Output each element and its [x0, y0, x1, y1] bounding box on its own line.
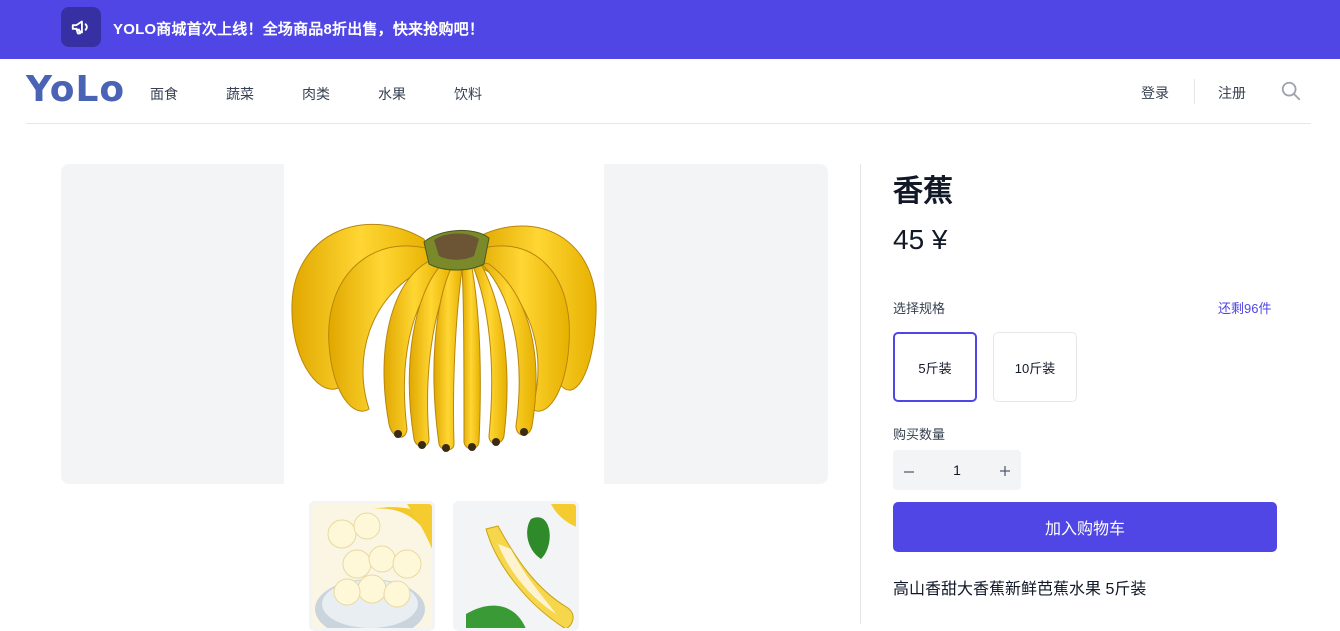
quantity-value[interactable]: 1: [925, 450, 989, 490]
quantity-stepper: 1: [893, 450, 1021, 490]
nav-item-drinks[interactable]: 饮料: [454, 84, 482, 104]
quantity-increment-button[interactable]: [989, 450, 1021, 490]
search-icon[interactable]: [1280, 80, 1302, 102]
product-image-frame: [284, 164, 604, 484]
nav-divider-line: [26, 123, 1311, 124]
product-title: 香蕉: [893, 175, 953, 208]
banana-bunch-image: [291, 223, 597, 452]
quantity-decrement-button[interactable]: [893, 450, 925, 490]
banner-text: YOLO商城首次上线！全场商品8折出售，快来抢购吧！: [113, 21, 485, 38]
thumbnail-peeled-banana[interactable]: [453, 501, 579, 631]
spec-option-10jin[interactable]: 10斤装: [993, 332, 1077, 402]
stock-remaining: 还剩96件: [1218, 301, 1272, 316]
plus-icon: [1000, 466, 1010, 476]
product-price: 45 ¥: [893, 224, 948, 255]
add-to-cart-button[interactable]: 加入购物车: [893, 502, 1277, 552]
spec-label: 选择规格: [893, 301, 946, 316]
product-main-image: [61, 164, 828, 484]
minus-icon: [904, 471, 914, 473]
content-divider: [860, 164, 861, 624]
spec-option-5jin[interactable]: 5斤装: [893, 332, 977, 402]
logo[interactable]: YoLo: [26, 70, 125, 110]
megaphone-icon: [61, 7, 101, 47]
nav-divider: [1194, 79, 1195, 104]
announcement-banner: YOLO商城首次上线！全场商品8折出售，快来抢购吧！: [0, 0, 1340, 59]
nav-item-vegetables[interactable]: 蔬菜: [226, 84, 254, 104]
nav-item-meat[interactable]: 肉类: [302, 84, 330, 104]
product-description: 高山香甜大香蕉新鲜芭蕉水果 5斤装: [893, 581, 1147, 598]
nav-item-fruit[interactable]: 水果: [378, 84, 406, 104]
register-link[interactable]: 注册: [1218, 83, 1246, 103]
nav-item-noodles[interactable]: 面食: [150, 84, 178, 104]
quantity-label: 购买数量: [893, 427, 946, 442]
login-link[interactable]: 登录: [1141, 83, 1169, 103]
thumbnail-sliced-banana[interactable]: [309, 501, 435, 631]
